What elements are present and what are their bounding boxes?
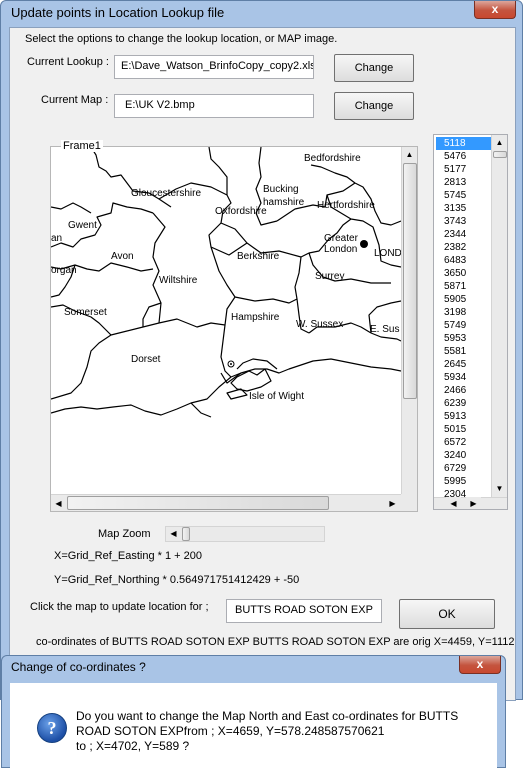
list-vertical-thumb[interactable]: [493, 151, 507, 158]
map-horizontal-scrollbar[interactable]: ◀ ▶: [51, 494, 401, 511]
map-zoom-label: Map Zoom: [98, 528, 151, 540]
list-item[interactable]: 5871: [436, 280, 491, 293]
map-label-greater-london-2: London: [324, 244, 358, 255]
change-map-button[interactable]: Change: [334, 92, 414, 120]
list-item[interactable]: 5905: [436, 293, 491, 306]
list-item[interactable]: 5118: [436, 137, 491, 150]
list-item[interactable]: 6729: [436, 462, 491, 475]
current-map-field[interactable]: E:\UK V2.bmp: [114, 94, 314, 118]
list-item[interactable]: 3650: [436, 267, 491, 280]
list-item[interactable]: 2382: [436, 241, 491, 254]
change-lookup-button[interactable]: Change: [334, 54, 414, 82]
location-list-items[interactable]: 5118 5476 5177 2813 5745 3135 3743 2344 2382 6483…: [436, 137, 491, 509]
scroll-up-arrow-icon[interactable]: ▲: [402, 147, 417, 162]
map-label-berkshire: Berkshire: [237, 251, 280, 262]
list-item[interactable]: 2645: [436, 358, 491, 371]
dialog-title: Change of co-ordinates ?: [11, 660, 146, 674]
map-label-an: an: [51, 233, 63, 244]
list-item[interactable]: 3240: [436, 449, 491, 462]
map-image[interactable]: Bedfordshire Gloucestershire Bucking ham…: [51, 147, 401, 494]
list-item[interactable]: 2466: [436, 384, 491, 397]
map-label-buckinghamshire-2: hamshire: [263, 197, 305, 208]
list-item[interactable]: 5581: [436, 345, 491, 358]
current-lookup-field[interactable]: E:\Dave_Watson_BrinfoCopy_copy2.xls: [114, 55, 314, 79]
map-label-oxfordshire: Oxfordshire: [215, 206, 267, 217]
ok-button[interactable]: OK: [399, 599, 495, 629]
map-label-london: LOND: [374, 248, 401, 259]
main-window: Update points in Location Lookup file x …: [0, 0, 523, 701]
map-label-dorset: Dorset: [131, 354, 161, 365]
map-label-gloucestershire: Gloucestershire: [131, 188, 202, 199]
list-item[interactable]: 5749: [436, 319, 491, 332]
list-item[interactable]: 3135: [436, 202, 491, 215]
map-label-bedfordshire: Bedfordshire: [304, 153, 361, 164]
scroll-right-arrow-icon[interactable]: ▶: [385, 496, 400, 511]
list-scroll-up-icon[interactable]: ▲: [492, 135, 507, 150]
map-label-surrey: Surrey: [315, 271, 345, 282]
location-name-field[interactable]: BUTTS ROAD SOTON EXP: [226, 599, 382, 623]
dialog-body: ? Do you want to change the Map North an…: [10, 683, 497, 769]
list-item[interactable]: 5995: [436, 475, 491, 488]
window-client-area: Select the options to change the lookup …: [9, 27, 516, 701]
list-item[interactable]: 2813: [436, 176, 491, 189]
list-item[interactable]: 2344: [436, 228, 491, 241]
scroll-left-arrow-icon[interactable]: ◀: [51, 496, 66, 511]
instructions-text: Select the options to change the lookup …: [25, 33, 338, 45]
list-item[interactable]: 5913: [436, 410, 491, 423]
map-label-greater-london-1: Greater: [324, 233, 358, 244]
list-scroll-left-icon[interactable]: ◀: [446, 497, 461, 509]
map-label-gwent: Gwent: [68, 220, 97, 231]
dialog-message: Do you want to change the Map North and …: [76, 709, 491, 754]
list-item[interactable]: 6572: [436, 436, 491, 449]
formula-x-text: X=Grid_Ref_Easting * 1 + 200: [54, 550, 202, 562]
map-label-isle-of-wight: Isle of Wight: [249, 391, 305, 402]
map-label-hampshire: Hampshire: [231, 312, 280, 323]
map-label-wiltshire: Wiltshire: [159, 275, 198, 286]
map-vertical-scrollbar[interactable]: ▲: [401, 147, 417, 494]
map-label-avon: Avon: [111, 251, 134, 262]
dialog-message-part-2: to ; X=4702, Y=589 ?: [76, 739, 190, 753]
dialog-message-part-1: Do you want to change the Map North and …: [76, 709, 459, 738]
list-item[interactable]: 5953: [436, 332, 491, 345]
question-icon: ?: [37, 713, 67, 743]
change-coordinates-dialog: Change of co-ordinates ? x ? Do you want…: [1, 655, 506, 769]
dialog-close-button[interactable]: x: [459, 656, 501, 674]
list-item[interactable]: 5476: [436, 150, 491, 163]
current-map-label: Current Map :: [41, 94, 109, 106]
coordinates-line-text: co-ordinates of BUTTS ROAD SOTON EXP BUT…: [36, 636, 515, 648]
zoom-slider-thumb[interactable]: [182, 527, 190, 541]
map-frame: Bedfordshire Gloucestershire Bucking ham…: [50, 140, 418, 512]
map-label-somerset: Somerset: [64, 307, 107, 318]
map-horizontal-thumb[interactable]: [67, 496, 329, 510]
map-label-hertfordshire: Hertfordshire: [317, 200, 375, 211]
location-listbox[interactable]: 5118 5476 5177 2813 5745 3135 3743 2344 2382 6483…: [433, 134, 508, 510]
list-item[interactable]: 6239: [436, 397, 491, 410]
list-item[interactable]: 5745: [436, 189, 491, 202]
map-label-w-sussex: W. Sussex: [296, 319, 344, 330]
click-prompt-text: Click the map to update location for ;: [30, 601, 209, 613]
window-title: Update points in Location Lookup file: [11, 5, 225, 20]
map-label-buckinghamshire-1: Bucking: [263, 184, 299, 195]
map-label-organ: organ: [51, 265, 77, 276]
zoom-decrease-icon[interactable]: ◀: [166, 527, 181, 541]
list-item[interactable]: 3198: [436, 306, 491, 319]
map-zoom-slider[interactable]: ◀: [165, 526, 325, 542]
list-item[interactable]: 3743: [436, 215, 491, 228]
list-item[interactable]: 5015: [436, 423, 491, 436]
list-scroll-right-icon[interactable]: ▶: [466, 497, 481, 509]
list-vertical-scrollbar[interactable]: ▲ ▼: [491, 135, 507, 497]
list-item[interactable]: 5177: [436, 163, 491, 176]
frame-caption: Frame1: [61, 140, 103, 152]
window-close-button[interactable]: x: [474, 1, 516, 19]
scrollbar-corner: [401, 494, 417, 511]
map-vertical-thumb[interactable]: [403, 163, 417, 399]
list-scroll-down-icon[interactable]: ▼: [492, 481, 507, 496]
list-item[interactable]: 6483: [436, 254, 491, 267]
formula-y-text: Y=Grid_Ref_Northing * 0.564971751412429 …: [54, 574, 300, 586]
list-item[interactable]: 5934: [436, 371, 491, 384]
map-label-e-sussex: E. Sus: [370, 324, 400, 335]
current-lookup-label: Current Lookup :: [27, 56, 109, 68]
list-horizontal-scrollbar[interactable]: ◀ ▶: [434, 497, 507, 509]
